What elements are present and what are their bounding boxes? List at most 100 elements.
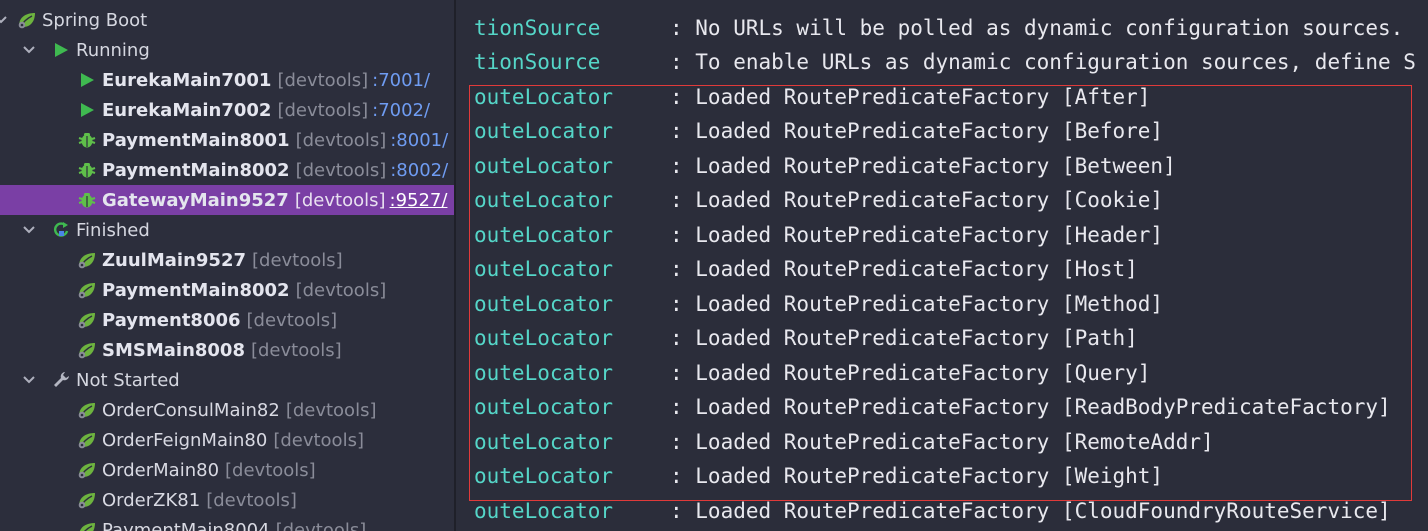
tree-item-label: Payment8006 <box>102 309 241 331</box>
tree-item-paymentmain8002[interactable]: PaymentMain8002 [devtools] <box>0 275 454 305</box>
logger-name: outeLocator <box>474 464 614 488</box>
console-line: outeLocator: Loaded RoutePredicateFactor… <box>474 218 1163 252</box>
spring-boot-icon <box>76 279 98 301</box>
tree-item-label: SMSMain8008 <box>102 339 245 361</box>
tree-item-label: PaymentMain8002 <box>102 279 290 301</box>
tree-item-orderconsulmain82[interactable]: OrderConsulMain82 [devtools] <box>0 395 454 425</box>
spring-boot-icon <box>76 519 98 531</box>
spring-boot-icon <box>76 339 98 361</box>
console-line: outeLocator : Loaded RoutePredicateFactor… <box>474 356 1150 390</box>
tree-item-paymentmain8004[interactable]: PaymentMain8004 [devtools] <box>0 515 454 531</box>
tree-item-label: ZuulMain9527 <box>102 249 246 271</box>
spring-boot-icon <box>76 489 98 511</box>
spring-boot-icon <box>76 459 98 481</box>
log-message: : Loaded RoutePredicateFactory [Between] <box>670 154 1176 178</box>
port-link[interactable]: :8002/ <box>390 160 448 181</box>
logger-name: outeLocator <box>474 119 614 143</box>
tree-group-finished[interactable]: Finished <box>0 215 454 245</box>
logger-name: tionSource <box>474 16 601 40</box>
tree-item-label: EurekaMain7002 <box>102 99 272 121</box>
tree-item-payment8006[interactable]: Payment8006 [devtools] <box>0 305 454 335</box>
devtools-tag: [devtools] <box>252 249 343 271</box>
tree-group-label: Running <box>76 39 150 61</box>
devtools-tag: [devtools] <box>285 399 377 421</box>
tree-item-label: OrderFeignMain80 <box>102 429 268 451</box>
chevron-down-icon[interactable] <box>22 223 36 237</box>
log-message: : Loaded RoutePredicateFactory [Method] <box>670 292 1164 316</box>
logger-name: outeLocator <box>474 361 614 385</box>
tree-item-zuulmain9527[interactable]: ZuulMain9527 [devtools] <box>0 245 454 275</box>
log-message: : To enable URLs as dynamic configuratio… <box>670 50 1416 74</box>
devtools-tag: [devtools] <box>295 279 387 301</box>
devtools-tag: [devtools] <box>275 519 367 531</box>
port-link[interactable]: :7002/ <box>372 100 430 121</box>
tree-item-ordermain80[interactable]: OrderMain80 [devtools] <box>0 455 454 485</box>
tree-group-label: Finished <box>76 219 150 241</box>
console-output-panel: tionSource : No URLs will be polled as dy… <box>456 0 1428 531</box>
debug-icon <box>76 189 98 211</box>
console-line: outeLocator : Loaded RoutePredicateFactor… <box>474 287 1163 321</box>
log-message: : Loaded RoutePredicateFactory [After] <box>670 85 1151 109</box>
devtools-tag: [devtools] <box>250 339 342 361</box>
tree-item-paymentmain8002[interactable]: PaymentMain8002 [devtools]:8002/ <box>0 155 454 185</box>
logger-name: tionSource <box>474 50 601 74</box>
devtools-tag: [devtools] <box>206 489 297 511</box>
run-icon <box>76 99 98 121</box>
port-link[interactable]: :8001/ <box>390 130 448 151</box>
log-message: : No URLs will be polled as dynamic conf… <box>670 16 1404 40</box>
console-line: tionSource : No URLs will be polled as dy… <box>474 11 1403 45</box>
log-message: : Loaded RoutePredicateFactory [Query] <box>670 361 1151 385</box>
devtools-tag: [devtools] <box>225 459 316 481</box>
log-message: : Loaded RoutePredicateFactory [CloudFou… <box>670 499 1391 523</box>
tree-root-spring-boot[interactable]: Spring Boot <box>0 5 454 35</box>
port-link[interactable]: :7001/ <box>372 70 430 91</box>
console-line: outeLocator : Loaded RoutePredicateFactor… <box>474 149 1176 183</box>
log-message: : Loaded RoutePredicateFactory [Cookie] <box>670 188 1164 212</box>
tree-item-paymentmain8001[interactable]: PaymentMain8001 [devtools]:8001/ <box>0 125 454 155</box>
tree-root-label: Spring Boot <box>42 9 148 31</box>
tree-item-label: OrderZK81 <box>102 489 201 511</box>
tree-item-orderzk81[interactable]: OrderZK81 [devtools] <box>0 485 454 515</box>
tree-group-running[interactable]: Running <box>0 35 454 65</box>
run-icon <box>76 69 98 91</box>
tree-item-label: GatewayMain9527 <box>102 189 289 211</box>
chevron-down-icon[interactable] <box>22 373 36 387</box>
devtools-tag: [devtools] <box>273 429 364 451</box>
tree-item-label: OrderMain80 <box>102 459 220 481</box>
console-line: outeLocator : Loaded RoutePredicateFactor… <box>474 494 1391 528</box>
log-message: : Loaded RoutePredicateFactory [Weight] <box>670 464 1164 488</box>
tree-item-eurekamain7002[interactable]: EurekaMain7002 [devtools]:7002/ <box>0 95 454 125</box>
devtools-tag: [devtools] <box>246 309 338 331</box>
tree-group-label: Not Started <box>76 369 180 391</box>
chevron-down-icon[interactable] <box>22 43 36 57</box>
logger-name: outeLocator <box>474 499 614 523</box>
spring-boot-icon <box>76 399 98 421</box>
debug-icon <box>76 129 98 151</box>
console-line: outeLocator: Loaded RoutePredicateFactor… <box>474 390 1391 424</box>
tree-item-smsmain8008[interactable]: SMSMain8008 [devtools] <box>0 335 454 365</box>
log-message: : Loaded RoutePredicateFactory [Before] <box>670 119 1164 143</box>
log-message: : Loaded RoutePredicateFactory [Host] <box>670 257 1138 281</box>
port-link[interactable]: :9527/ <box>390 190 448 211</box>
spring-boot-icon <box>76 249 98 271</box>
console-line: outeLocator : Loaded RoutePredicateFactor… <box>474 114 1163 148</box>
log-message: : Loaded RoutePredicateFactory [RemoteAd… <box>670 430 1214 454</box>
tree-item-orderfeignmain80[interactable]: OrderFeignMain80 [devtools] <box>0 425 454 455</box>
logger-name: outeLocator <box>474 85 614 109</box>
console-line: outeLocator : Loaded RoutePredicateFactor… <box>474 80 1150 114</box>
logger-name: outeLocator <box>474 292 614 316</box>
logger-name: outeLocator <box>474 326 614 350</box>
devtools-tag: [devtools] <box>295 159 387 181</box>
tree-group-not-started[interactable]: Not Started <box>0 365 454 395</box>
tree-item-gatewaymain9527[interactable]: GatewayMain9527 [devtools]:9527/ <box>0 185 454 215</box>
log-message: : Loaded RoutePredicateFactory [Path] <box>670 326 1138 350</box>
logger-name: outeLocator <box>474 188 614 212</box>
tree-item-eurekamain7001[interactable]: EurekaMain7001 [devtools]:7001/ <box>0 65 454 95</box>
spring-boot-icon <box>16 9 38 31</box>
finished-icon <box>50 219 72 241</box>
logger-name: outeLocator <box>474 395 614 419</box>
chevron-down-icon[interactable] <box>0 13 8 27</box>
logger-name: outeLocator <box>474 154 614 178</box>
devtools-tag: [devtools] <box>277 99 369 121</box>
devtools-tag: [devtools] <box>277 69 369 91</box>
